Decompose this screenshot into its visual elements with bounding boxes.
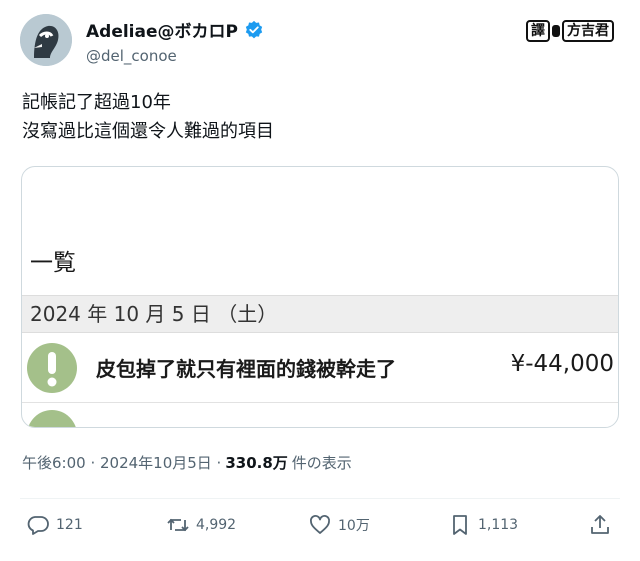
share-button[interactable] [588, 513, 612, 537]
display-name[interactable]: Adeliae@ボカロP [86, 17, 238, 42]
handle[interactable]: @del_conoe [86, 47, 264, 65]
date-header: 2024 年 10 月 5 日 （土） [22, 295, 618, 333]
divider [20, 498, 620, 499]
tweet-line-1: 記帳記了超過10年 [22, 92, 171, 113]
watermark-name: 方吉君 [562, 20, 614, 42]
card-title: 一覧 [30, 250, 76, 276]
retweet-icon [167, 518, 189, 532]
timestamp[interactable]: 午後6:00 · 2024年10月5日 · [22, 452, 221, 473]
translator-watermark: 譯 方吉君 [526, 20, 614, 42]
reply-count: 121 [56, 517, 83, 533]
exclamation-icon [27, 343, 77, 393]
reply-icon [27, 516, 49, 535]
retweet-button[interactable]: 4,992 [166, 513, 236, 537]
verified-badge-icon [245, 20, 263, 38]
retweet-count: 4,992 [196, 517, 237, 533]
attached-image[interactable]: 一覧 2024 年 10 月 5 日 （土） 皮包掉了就只有裡面的錢被幹走了 ¥… [21, 166, 619, 428]
heart-icon [310, 515, 330, 534]
watermark-dot-icon [552, 25, 560, 37]
tweet-text: 記帳記了超過10年 沒寫過比這個還令人難過的項目 [22, 88, 274, 146]
action-bar: 121 4,992 10万 1,113 [0, 513, 640, 545]
bookmark-count: 1,113 [478, 517, 519, 533]
watermark-label: 譯 [526, 20, 550, 42]
view-count-label: 件の表示 [291, 454, 352, 472]
entry-label: 皮包掉了就只有裡面的錢被幹走了 [96, 357, 396, 381]
like-count: 10万 [338, 518, 370, 534]
view-count: 330.8万 [225, 454, 288, 472]
bookmark-icon [453, 515, 467, 535]
like-button[interactable]: 10万 [308, 513, 370, 537]
reply-button[interactable]: 121 [26, 513, 83, 537]
penguin-avatar-icon [20, 14, 72, 66]
entry-amount: ¥-44,000 [510, 351, 614, 377]
avatar[interactable] [20, 14, 72, 66]
expense-entry: 皮包掉了就只有裡面的錢被幹走了 ¥-44,000 [22, 333, 618, 403]
author-info: Adeliae@ボカロP @del_conoe [86, 17, 264, 65]
tweet-meta: 午後6:00 · 2024年10月5日 · 330.8万 件の表示 [22, 452, 352, 473]
tweet-line-2: 沒寫過比這個還令人難過的項目 [22, 121, 274, 142]
exclamation-icon [27, 410, 77, 427]
share-icon [591, 515, 609, 534]
bookmark-button[interactable]: 1,113 [448, 513, 518, 537]
